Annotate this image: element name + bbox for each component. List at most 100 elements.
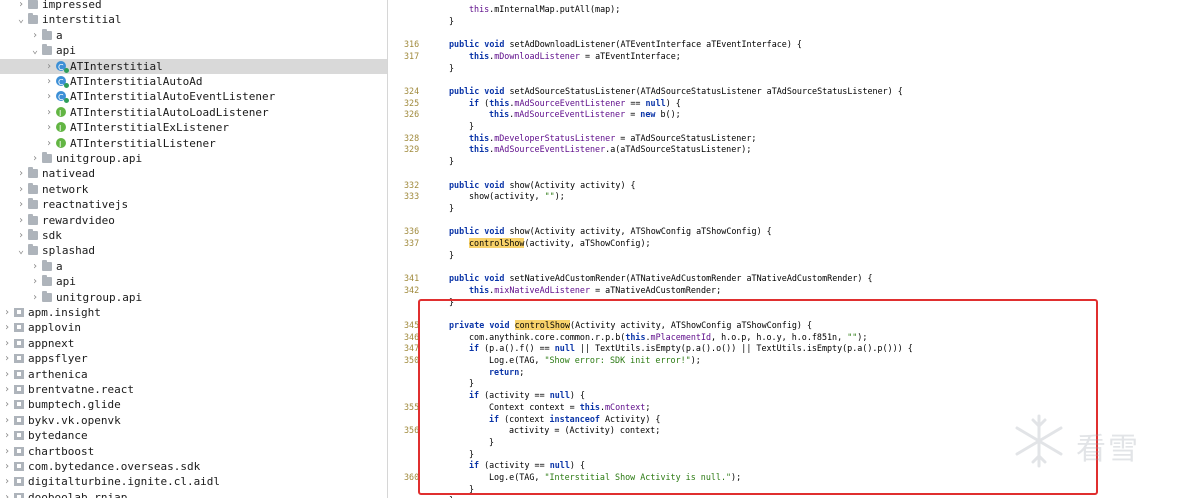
- chevron-right-icon[interactable]: ›: [2, 367, 12, 382]
- tree-item[interactable]: › bytedance: [0, 428, 387, 443]
- code-text: this.mInternalMap.putAll(map);: [469, 4, 621, 14]
- code-line: 316 public void setAdDownloadListener(ATE…: [400, 39, 1200, 51]
- folder-icon: [42, 275, 52, 287]
- chevron-down-icon[interactable]: ⌄: [30, 43, 40, 58]
- chevron-right-icon[interactable]: ›: [16, 228, 26, 243]
- chevron-right-icon[interactable]: ›: [2, 444, 12, 459]
- package-icon: [14, 369, 24, 379]
- tree-item[interactable]: › impressed: [0, 0, 387, 12]
- line-number: 332: [404, 179, 420, 190]
- tree-item[interactable]: › brentvatne.react: [0, 382, 387, 397]
- chevron-right-icon[interactable]: ›: [2, 382, 12, 397]
- chevron-right-icon[interactable]: ›: [30, 259, 40, 274]
- code-line: 324 public void setAdSourceStatusListener…: [400, 86, 1200, 98]
- tree-item-label: network: [42, 182, 89, 196]
- tree-item[interactable]: › api: [0, 274, 387, 289]
- tree-item[interactable]: › bykv.vk.openvk: [0, 413, 387, 428]
- tree-item[interactable]: ⌄ interstitial: [0, 12, 387, 27]
- tree-item-label: interstitial: [42, 13, 122, 27]
- code-line: }: [400, 250, 1200, 262]
- tree-item[interactable]: › sdk: [0, 228, 387, 243]
- tree-item[interactable]: › a: [0, 28, 387, 43]
- watermark: 看雪: [1010, 412, 1190, 472]
- tree-item[interactable]: › unitgroup.api: [0, 290, 387, 305]
- code-line: }: [400, 156, 1200, 168]
- chevron-right-icon[interactable]: ›: [2, 428, 12, 443]
- chevron-right-icon[interactable]: ›: [2, 413, 12, 428]
- chevron-right-icon[interactable]: ›: [2, 320, 12, 335]
- tree-item[interactable]: › network: [0, 182, 387, 197]
- chevron-right-icon[interactable]: ›: [30, 28, 40, 43]
- code-text: public void setNativeAdCustomRender(ATNa…: [449, 273, 873, 284]
- chevron-right-icon[interactable]: ›: [30, 151, 40, 166]
- tree-item[interactable]: › unitgroup.api: [0, 151, 387, 166]
- tree-item[interactable]: › ATInterstitialExListener: [0, 120, 387, 137]
- chevron-right-icon[interactable]: ›: [2, 459, 12, 474]
- chevron-right-icon[interactable]: ›: [2, 474, 12, 489]
- tree-item[interactable]: › a: [0, 259, 387, 274]
- package-icon: [14, 431, 24, 441]
- line-number: 317: [404, 50, 420, 61]
- code-text: }: [449, 62, 455, 73]
- snowflake-icon: [1015, 414, 1063, 468]
- tree-item-label: ATInterstitialAutoLoadListener: [70, 105, 269, 119]
- chevron-right-icon[interactable]: ›: [16, 0, 26, 12]
- line-number: 326: [404, 109, 420, 120]
- chevron-right-icon[interactable]: ›: [44, 59, 54, 74]
- chevron-right-icon[interactable]: ›: [2, 305, 12, 320]
- chevron-right-icon[interactable]: ›: [16, 182, 26, 197]
- chevron-right-icon[interactable]: ›: [44, 105, 54, 120]
- tree-item[interactable]: › ATInterstitialListener: [0, 136, 387, 152]
- chevron-right-icon[interactable]: ›: [2, 490, 12, 498]
- line-number: 347: [404, 343, 420, 354]
- chevron-right-icon[interactable]: ›: [16, 213, 26, 228]
- tree-item[interactable]: › nativead: [0, 166, 387, 181]
- project-tree[interactable]: ›impressed⌄interstitial›a⌄api›ATIntersti…: [0, 0, 388, 498]
- tree-item-label: arthenica: [28, 367, 88, 381]
- tree-item[interactable]: ⌄ splashad: [0, 243, 387, 258]
- chevron-right-icon[interactable]: ›: [44, 89, 54, 104]
- chevron-right-icon[interactable]: ›: [2, 397, 12, 412]
- package-icon: [14, 385, 24, 394]
- tree-item[interactable]: › ATInterstitialAutoAd: [0, 74, 387, 90]
- tree-item[interactable]: › dooboolab.rniap: [0, 490, 387, 498]
- line-number: 333: [404, 191, 420, 202]
- tree-item[interactable]: › bumptech.glide: [0, 397, 387, 412]
- tree-item[interactable]: › chartboost: [0, 444, 387, 459]
- tree-item[interactable]: › digitalturbine.ignite.cl.aidl: [0, 474, 387, 489]
- chevron-right-icon[interactable]: ›: [16, 166, 26, 181]
- chevron-right-icon[interactable]: ›: [2, 351, 12, 366]
- code-line: }: [400, 16, 1200, 28]
- chevron-right-icon[interactable]: ›: [30, 274, 40, 289]
- tree-item[interactable]: › arthenica: [0, 367, 387, 382]
- chevron-right-icon[interactable]: ›: [44, 74, 54, 89]
- class-icon: [56, 75, 69, 90]
- tree-item[interactable]: › appsflyer: [0, 351, 387, 366]
- tree-item-label: rewardvideo: [42, 213, 115, 227]
- tree-item[interactable]: › applovin: [0, 320, 387, 335]
- tree-item-label: unitgroup.api: [56, 290, 143, 304]
- class-icon: [56, 60, 69, 75]
- tree-item[interactable]: › appnext: [0, 336, 387, 351]
- chevron-right-icon[interactable]: ›: [16, 197, 26, 212]
- package-icon: [14, 400, 24, 410]
- chevron-right-icon[interactable]: ›: [2, 336, 12, 351]
- chevron-right-icon[interactable]: ›: [44, 136, 54, 151]
- code-line: }: [400, 203, 1200, 215]
- tree-item[interactable]: › reactnativejs: [0, 197, 387, 212]
- interface-icon: [56, 121, 66, 137]
- chevron-down-icon[interactable]: ⌄: [16, 12, 26, 27]
- chevron-right-icon[interactable]: ›: [44, 120, 54, 135]
- tree-item[interactable]: › ATInterstitialAutoEventListener: [0, 89, 387, 105]
- tree-item[interactable]: › ATInterstitialAutoLoadListener: [0, 105, 387, 121]
- tree-item[interactable]: › com.bytedance.overseas.sdk: [0, 459, 387, 474]
- chevron-right-icon[interactable]: ›: [30, 290, 40, 305]
- tree-item[interactable]: › ATInterstitial: [0, 58, 387, 75]
- code-text: controlShow(activity, aTShowConfig);: [469, 238, 651, 248]
- tree-item[interactable]: › rewardvideo: [0, 213, 387, 228]
- tree-item[interactable]: › apm.insight: [0, 305, 387, 320]
- tree-item[interactable]: ⌄ api: [0, 43, 387, 58]
- chevron-down-icon[interactable]: ⌄: [16, 243, 26, 258]
